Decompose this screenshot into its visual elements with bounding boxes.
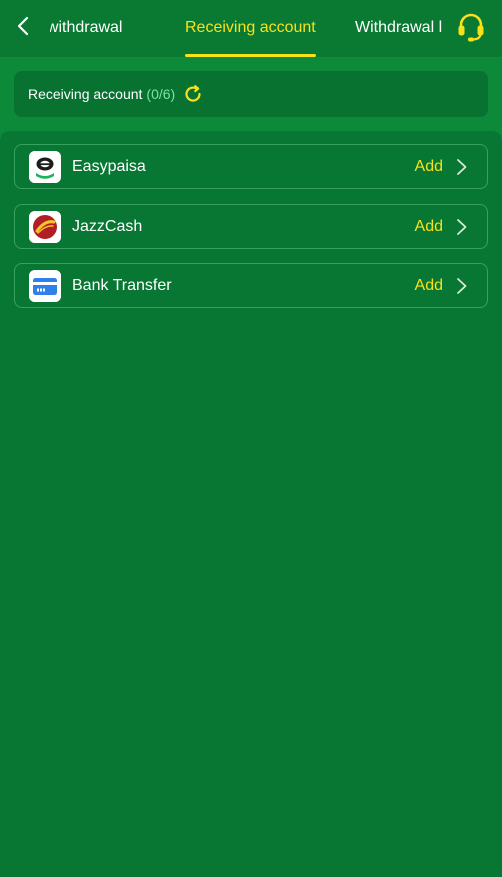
method-bank-transfer[interactable]: Bank Transfer Add — [14, 263, 488, 308]
jazzcash-logo — [29, 210, 61, 243]
easypaisa-logo — [29, 150, 61, 183]
tab-withdrawal-log[interactable]: Withdrawal l — [355, 0, 442, 57]
payment-methods-list: Easypaisa Add JazzCash Add Bank Transfer… — [0, 131, 502, 877]
top-navigation: t withdrawal Receiving account Withdrawa… — [0, 0, 502, 58]
add-bank-transfer-button[interactable]: Add — [415, 277, 443, 295]
method-jazzcash[interactable]: JazzCash Add — [14, 204, 488, 249]
summary-section: Receiving account (0/6) — [0, 58, 502, 134]
method-name: Easypaisa — [72, 157, 146, 175]
tab-receiving-account[interactable]: Receiving account — [185, 0, 316, 57]
add-jazzcash-button[interactable]: Add — [415, 218, 443, 236]
summary-label: Receiving account — [28, 86, 143, 102]
tab-withdrawal[interactable]: t withdrawal — [50, 0, 122, 57]
active-tab-indicator — [185, 54, 316, 57]
headset-icon — [455, 10, 487, 47]
method-name: Bank Transfer — [72, 276, 172, 294]
chevron-right-icon — [453, 277, 471, 295]
back-button[interactable] — [10, 14, 38, 42]
method-easypaisa[interactable]: Easypaisa Add — [14, 144, 488, 189]
receiving-account-summary: Receiving account (0/6) — [14, 71, 488, 117]
chevron-left-icon — [16, 16, 32, 41]
customer-support-button[interactable] — [454, 11, 488, 45]
chevron-right-icon — [453, 218, 471, 236]
refresh-icon[interactable] — [183, 84, 203, 104]
chevron-right-icon — [453, 158, 471, 176]
method-name: JazzCash — [72, 217, 143, 235]
add-easypaisa-button[interactable]: Add — [415, 158, 443, 176]
tab-strip: t withdrawal Receiving account Withdrawa… — [50, 0, 442, 57]
account-count: (0/6) — [146, 86, 176, 102]
bank-card-icon — [29, 269, 61, 302]
